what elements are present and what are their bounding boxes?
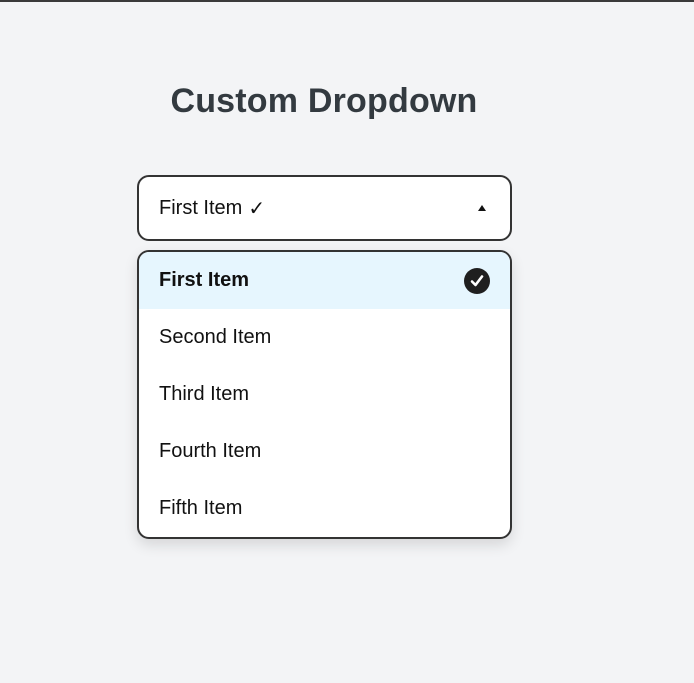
dropdown-option-third[interactable]: Third Item [139, 366, 510, 423]
check-circle-icon [464, 268, 490, 294]
dropdown-option-fifth[interactable]: Fifth Item [139, 480, 510, 537]
dropdown-option-first[interactable]: First Item [139, 252, 510, 309]
option-label: Third Item [159, 383, 250, 405]
dropdown-option-fourth[interactable]: Fourth Item [139, 423, 510, 480]
dropdown-menu: First Item Second Item Third Item Fourth… [137, 250, 512, 539]
dropdown-selected-label: First Item [159, 196, 243, 219]
page-title: Custom Dropdown [170, 82, 478, 120]
page: Custom Dropdown First Item ✓ First Item … [0, 0, 694, 683]
option-label: First Item [159, 269, 250, 291]
option-label: Fifth Item [159, 497, 243, 519]
dropdown-option-second[interactable]: Second Item [139, 309, 510, 366]
option-label: Second Item [159, 326, 272, 348]
caret-up-icon [478, 205, 486, 211]
option-label: Fourth Item [159, 440, 262, 462]
checkmark-icon: ✓ [248, 197, 266, 220]
dropdown-trigger[interactable]: First Item ✓ [137, 175, 512, 241]
